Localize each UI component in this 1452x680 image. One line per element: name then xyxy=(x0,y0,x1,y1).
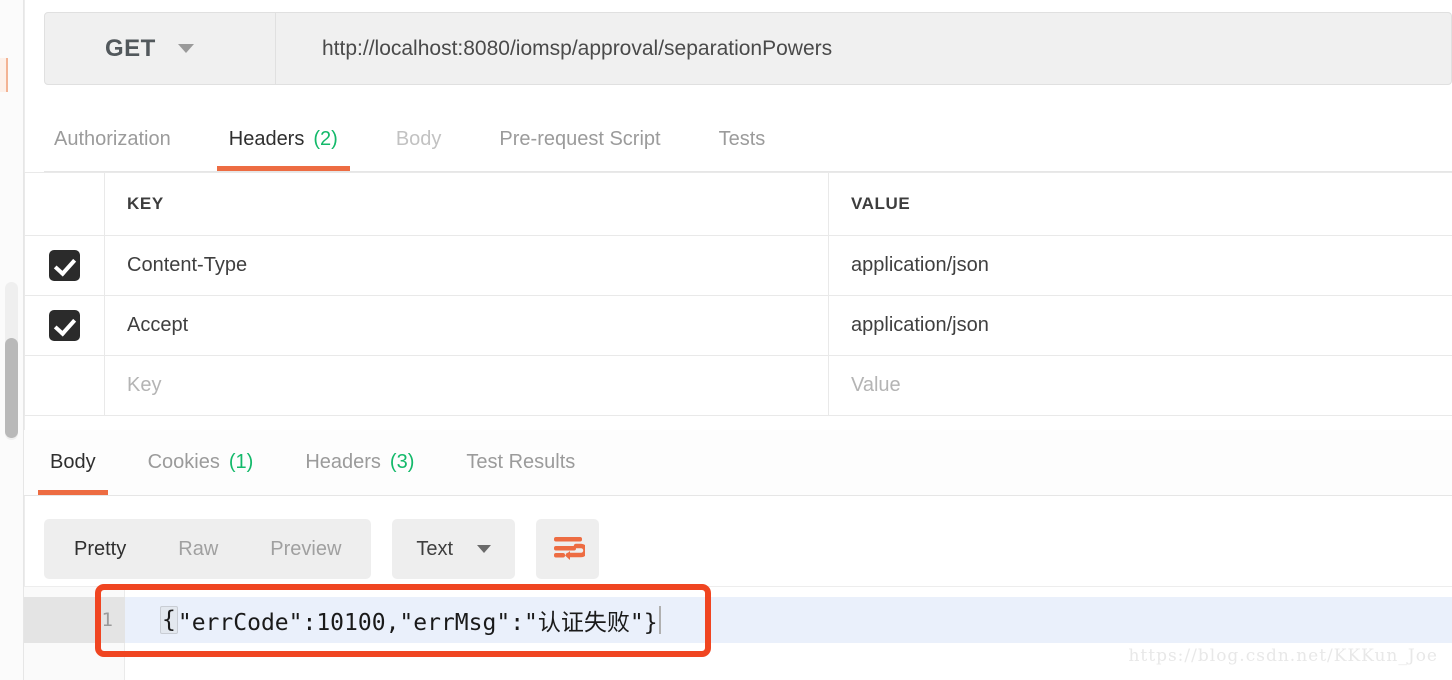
checkbox-checked-icon[interactable] xyxy=(49,250,80,281)
url-input[interactable]: http://localhost:8080/iomsp/approval/sep… xyxy=(276,12,1452,85)
headers-table: KEY VALUE Content-Type application/json xyxy=(24,172,1452,416)
row-checkbox-cell[interactable] xyxy=(25,236,105,296)
tab-authorization-label: Authorization xyxy=(54,128,171,151)
format-selector-label: Text xyxy=(416,538,453,561)
response-tab-headers-count: (3) xyxy=(390,451,414,474)
response-tab-test-results-label: Test Results xyxy=(466,451,575,474)
chevron-down-icon[interactable] xyxy=(178,44,194,53)
response-tab-cookies[interactable]: Cookies (1) xyxy=(148,430,254,495)
json-open-brace: { xyxy=(160,606,178,634)
response-tab-cookies-label: Cookies xyxy=(148,451,220,474)
response-tab-test-results[interactable]: Test Results xyxy=(466,430,575,495)
column-header-key: KEY xyxy=(105,173,829,236)
view-mode-pretty[interactable]: Pretty xyxy=(48,519,152,579)
row-checkbox-cell[interactable] xyxy=(25,296,105,356)
view-mode-raw-label: Raw xyxy=(178,538,218,561)
tab-authorization[interactable]: Authorization xyxy=(54,108,171,171)
new-header-key-input[interactable]: Key xyxy=(105,374,828,397)
view-mode-pretty-label: Pretty xyxy=(74,538,126,561)
response-body-json[interactable]: {"errCode":10100,"errMsg":"认证失败"} xyxy=(160,597,661,643)
response-tab-body-label: Body xyxy=(50,451,96,474)
view-mode-preview-label: Preview xyxy=(270,538,341,561)
row-checkbox-cell[interactable] xyxy=(25,356,105,416)
text-caret xyxy=(659,606,661,634)
view-mode-raw[interactable]: Raw xyxy=(152,519,244,579)
postman-window: GET http://localhost:8080/iomsp/approval… xyxy=(0,0,1452,680)
table-header-row: KEY VALUE xyxy=(25,173,1452,236)
tab-headers[interactable]: Headers (2) xyxy=(229,108,338,171)
http-method-selector[interactable]: GET xyxy=(44,12,276,85)
format-selector[interactable]: Text xyxy=(392,519,515,579)
table-row[interactable]: Key Value xyxy=(25,356,1452,416)
header-key-accept: Accept xyxy=(105,314,828,337)
line-number: 1 xyxy=(24,597,125,643)
sidebar-item-stub[interactable] xyxy=(0,58,8,92)
table-row[interactable]: Accept application/json xyxy=(25,296,1452,356)
url-text: http://localhost:8080/iomsp/approval/sep… xyxy=(322,37,832,61)
table-row[interactable]: Content-Type application/json xyxy=(25,236,1452,296)
http-method-label: GET xyxy=(105,35,156,63)
tab-pre-request-script[interactable]: Pre-request Script xyxy=(499,108,660,171)
header-checkbox-column xyxy=(25,173,105,236)
view-mode-group: Pretty Raw Preview xyxy=(44,519,371,579)
vertical-scrollbar-thumb[interactable] xyxy=(5,338,18,438)
column-header-value: VALUE xyxy=(829,173,1452,236)
request-tab-bar: Authorization Headers (2) Body Pre-reque… xyxy=(44,108,1452,172)
new-header-value-input[interactable]: Value xyxy=(829,374,1452,397)
header-value-accept: application/json xyxy=(829,314,1452,337)
chevron-down-icon[interactable] xyxy=(477,545,491,553)
view-mode-preview[interactable]: Preview xyxy=(244,519,367,579)
tab-tests-label: Tests xyxy=(719,128,766,151)
header-key-content-type: Content-Type xyxy=(105,254,828,277)
response-tab-headers-label: Headers xyxy=(305,451,381,474)
response-body-toolbar: Pretty Raw Preview Text xyxy=(44,519,599,579)
tab-body-label: Body xyxy=(396,128,442,151)
word-wrap-icon xyxy=(551,534,585,564)
watermark: https://blog.csdn.net/KKKun_Joe xyxy=(1128,646,1438,666)
tab-pre-request-script-label: Pre-request Script xyxy=(499,128,660,151)
json-body-rest: "errCode":10100,"errMsg":"认证失败"} xyxy=(178,603,658,637)
tab-headers-label: Headers xyxy=(229,128,305,151)
response-tab-body[interactable]: Body xyxy=(50,430,96,495)
tab-body[interactable]: Body xyxy=(396,108,442,171)
request-url-bar: GET http://localhost:8080/iomsp/approval… xyxy=(44,12,1452,85)
tab-headers-count: (2) xyxy=(313,128,337,151)
word-wrap-button[interactable] xyxy=(536,519,599,579)
checkbox-checked-icon[interactable] xyxy=(49,310,80,341)
response-tab-bar: Body Cookies (1) Headers (3) Test Result… xyxy=(24,430,1452,496)
response-tab-cookies-count: (1) xyxy=(229,451,253,474)
tab-tests[interactable]: Tests xyxy=(719,108,766,171)
response-tab-headers[interactable]: Headers (3) xyxy=(305,430,414,495)
header-value-content-type: application/json xyxy=(829,254,1452,277)
